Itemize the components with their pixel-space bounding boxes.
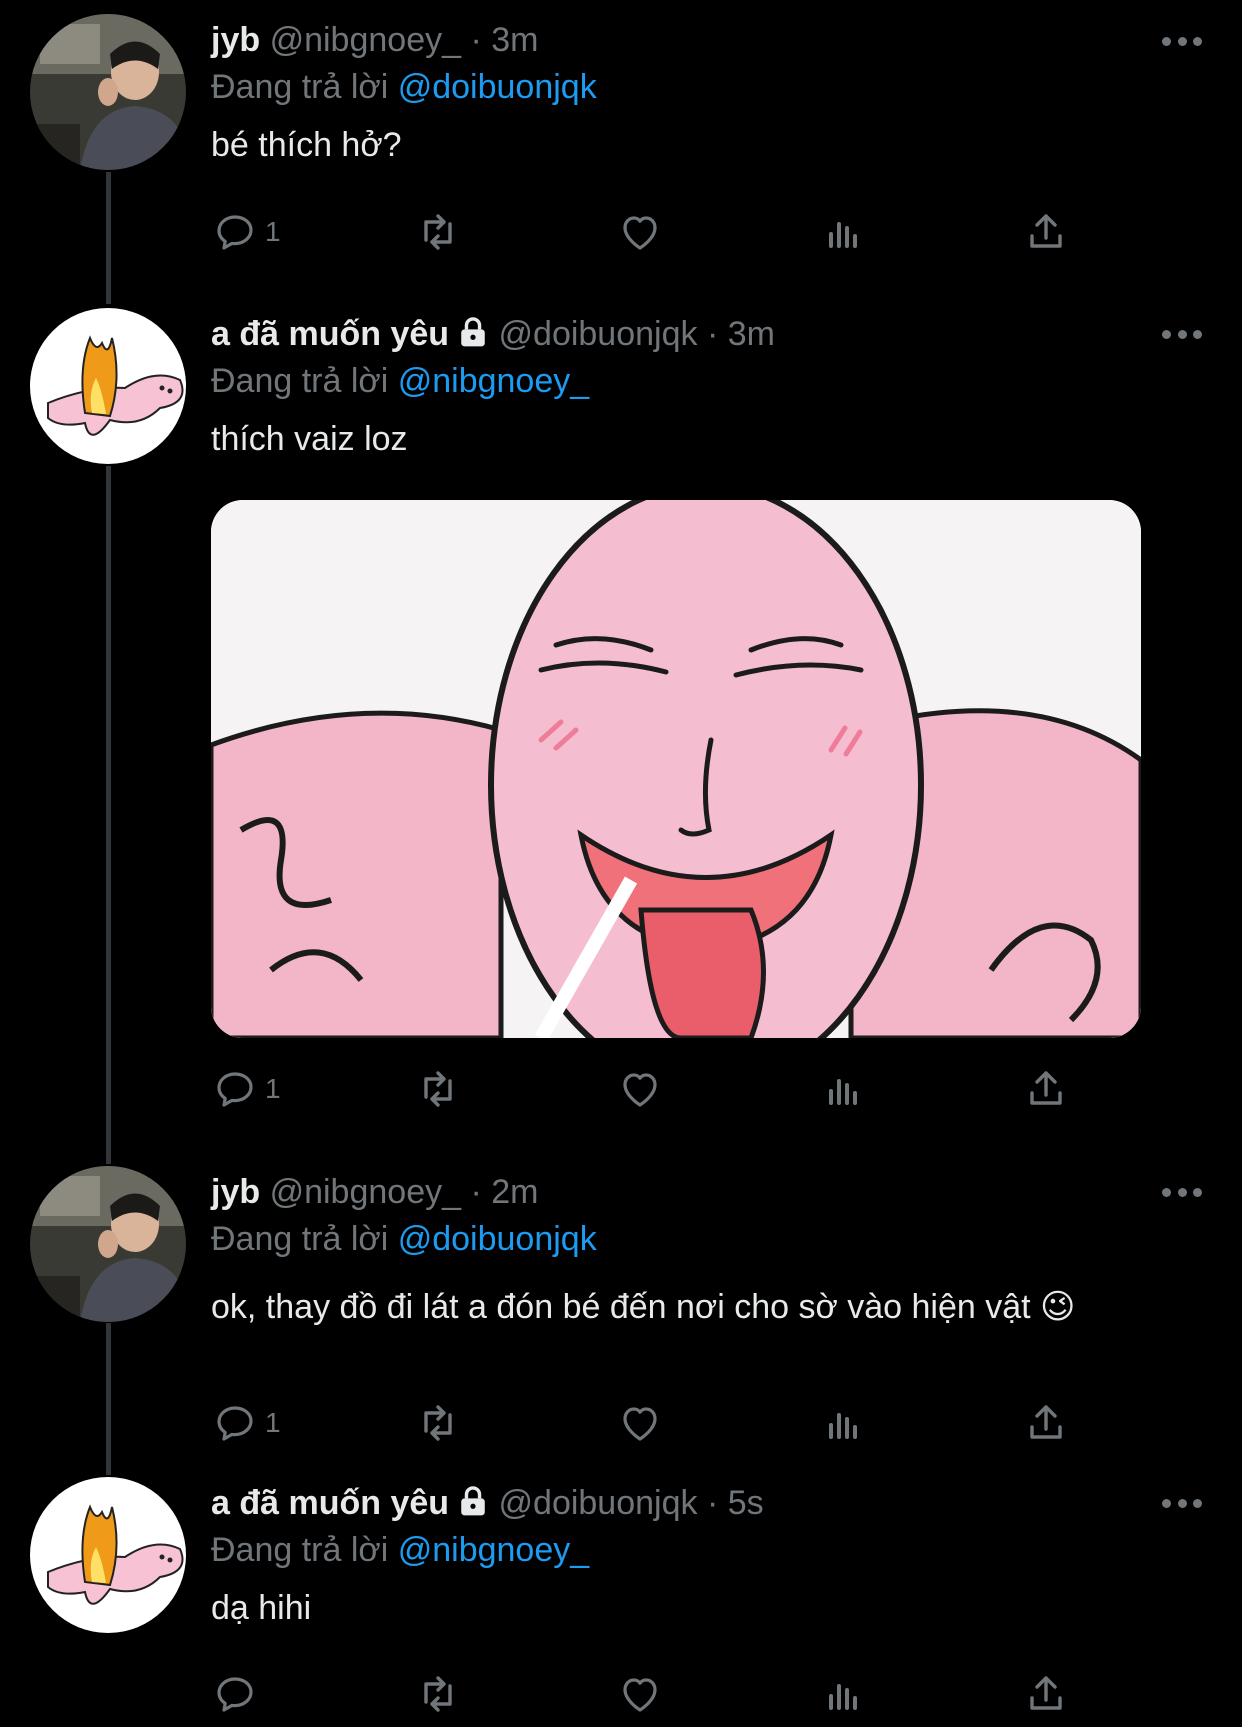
tweet[interactable]: jyb @nibgnoey_ · 3m Đang trả lời @doibuo… [0, 0, 1242, 300]
share-icon [1030, 1405, 1062, 1439]
share-icon [1030, 1676, 1062, 1710]
replying-prefix: Đang trả lời [211, 1220, 389, 1258]
avatar[interactable] [30, 308, 186, 464]
tweet[interactable]: a đã muốn yêu @doibuonjqk · 5s Đang trả … [0, 1462, 1242, 1727]
handle[interactable]: @nibgnoey_ [270, 21, 461, 59]
reply-icon [217, 1406, 253, 1441]
timestamp[interactable]: · 3m [707, 315, 775, 353]
display-name[interactable]: a đã muốn yêu [211, 1484, 449, 1522]
reply-button[interactable]: 1 [211, 1063, 281, 1115]
cartoon-pink-rabbit-with-flame-icon [30, 1477, 186, 1633]
tweet-text: dạ hihi [211, 1589, 312, 1627]
heart-icon [623, 1073, 657, 1107]
pink-cartoon-blob-licking-face-icon [211, 500, 1141, 1038]
retweet-button[interactable] [414, 1063, 462, 1115]
like-button[interactable] [616, 1397, 664, 1449]
share-icon [1030, 1071, 1062, 1105]
retweet-icon [424, 1405, 452, 1441]
analytics-icon [829, 222, 857, 248]
views-button[interactable] [819, 1668, 867, 1720]
tweet-text: bé thích hở? [211, 126, 402, 164]
retweet-button[interactable] [414, 1668, 462, 1720]
timestamp[interactable]: · 5s [707, 1484, 764, 1522]
retweet-icon [424, 1676, 452, 1712]
share-button[interactable] [1022, 206, 1070, 258]
views-button[interactable] [819, 1397, 867, 1449]
display-name[interactable]: a đã muốn yêu [211, 315, 449, 353]
profile-photo-man-in-car-icon [30, 14, 186, 170]
heart-icon [623, 1407, 657, 1441]
avatar[interactable] [30, 1477, 186, 1633]
display-name[interactable]: jyb [211, 21, 260, 59]
retweet-button[interactable] [414, 1397, 462, 1449]
retweet-button[interactable] [414, 206, 462, 258]
display-name[interactable]: jyb [211, 1173, 260, 1211]
reply-mention[interactable]: @doibuonjqk [398, 1220, 597, 1258]
reply-button[interactable] [211, 1668, 259, 1720]
replying-prefix: Đang trả lời [211, 1531, 389, 1569]
heart-icon [623, 1678, 657, 1712]
analytics-icon [829, 1684, 857, 1710]
lock-icon [457, 315, 489, 360]
like-button[interactable] [616, 1063, 664, 1115]
reply-count: 1 [265, 1407, 281, 1438]
views-button[interactable] [819, 1063, 867, 1115]
tweet-actions: 1 [211, 206, 1091, 258]
retweet-icon [424, 214, 452, 250]
analytics-icon [829, 1079, 857, 1105]
profile-photo-man-in-car-icon [30, 1166, 186, 1322]
views-button[interactable] [819, 206, 867, 258]
reply-icon [217, 215, 253, 250]
avatar[interactable] [30, 14, 186, 170]
share-button[interactable] [1022, 1063, 1070, 1115]
analytics-icon [829, 1413, 857, 1439]
lock-icon [457, 1484, 489, 1529]
tweet-media-image[interactable] [211, 500, 1141, 1038]
tweet[interactable]: jyb @nibgnoey_ · 2m Đang trả lời @doibuo… [0, 1152, 1242, 1472]
tweet-text: thích vaiz loz [211, 420, 408, 458]
replying-prefix: Đang trả lời [211, 362, 389, 400]
handle[interactable]: @nibgnoey_ [270, 1173, 461, 1211]
tweet-actions [211, 1668, 1091, 1720]
reply-button[interactable]: 1 [211, 206, 281, 258]
handle[interactable]: @doibuonjqk [499, 1484, 698, 1522]
like-button[interactable] [616, 1668, 664, 1720]
reply-button[interactable]: 1 [211, 1397, 281, 1449]
reply-mention[interactable]: @nibgnoey_ [398, 1531, 589, 1569]
reply-icon [217, 1072, 253, 1107]
tweet-actions: 1 [211, 1063, 1091, 1115]
tweet[interactable]: a đã muốn yêu @doibuonjqk · 3m Đang trả … [0, 295, 1242, 1135]
avatar[interactable] [30, 1166, 186, 1322]
share-button[interactable] [1022, 1397, 1070, 1449]
handle[interactable]: @doibuonjqk [499, 315, 698, 353]
retweet-icon [424, 1071, 452, 1107]
reply-mention[interactable]: @doibuonjqk [398, 68, 597, 106]
cartoon-pink-rabbit-with-flame-icon [30, 308, 186, 464]
wink-emoji: 😉 [1040, 1288, 1076, 1326]
tweet-actions: 1 [211, 1397, 1091, 1449]
like-button[interactable] [616, 206, 664, 258]
reply-mention[interactable]: @nibgnoey_ [398, 362, 589, 400]
replying-prefix: Đang trả lời [211, 68, 389, 106]
reply-count: 1 [265, 216, 281, 247]
tweet-text: ok, thay đồ đi lát a đón bé đến nơi cho … [211, 1288, 1031, 1326]
heart-icon [623, 216, 657, 250]
share-button[interactable] [1022, 1668, 1070, 1720]
reply-icon [217, 1677, 253, 1712]
reply-count: 1 [265, 1073, 281, 1104]
share-icon [1030, 214, 1062, 248]
timestamp[interactable]: · 3m [470, 21, 538, 59]
timestamp[interactable]: · 2m [470, 1173, 538, 1211]
